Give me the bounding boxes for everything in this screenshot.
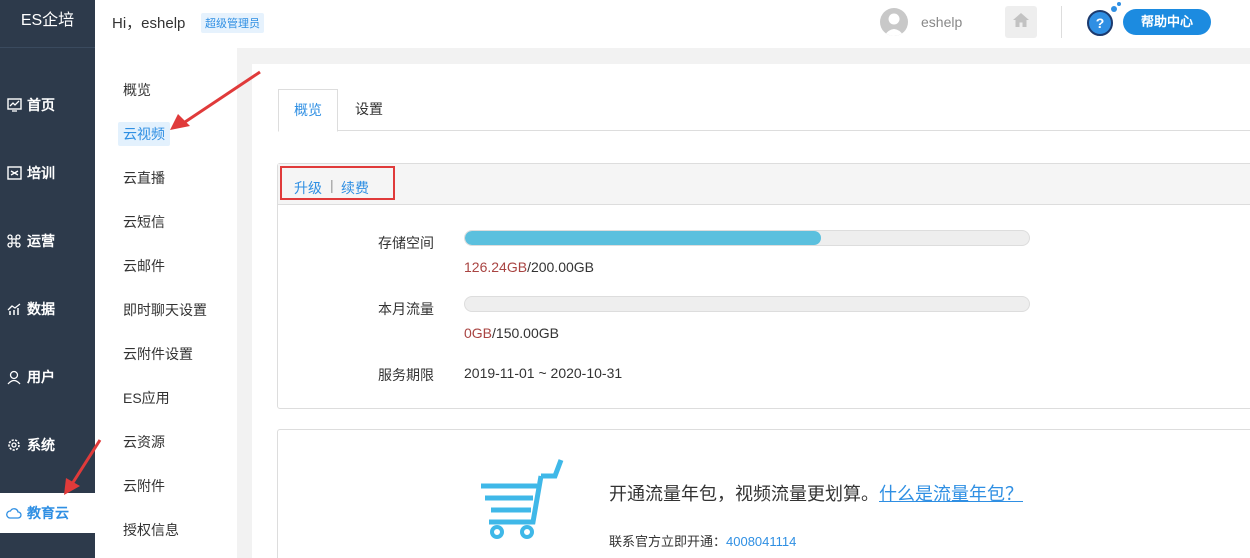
user-icon: [6, 369, 22, 385]
sidebar-item-label: 用户: [27, 369, 55, 385]
sidebar-item-users[interactable]: 用户: [0, 357, 95, 397]
service-label: 服务期限: [378, 367, 434, 383]
storage-total: /200.00GB: [527, 259, 594, 275]
service-period: 2019-11-01 ~ 2020-10-31: [464, 365, 623, 381]
help-bubble-dot: [1117, 2, 1121, 6]
sidebar-item-edu-cloud[interactable]: 教育云: [0, 493, 95, 533]
renew-link[interactable]: 续费: [341, 178, 369, 198]
contact-label: 联系官方立即开通：: [609, 534, 727, 549]
home-button[interactable]: [1005, 6, 1037, 38]
help-question-icon[interactable]: ?: [1087, 10, 1113, 36]
usage-panel: 升级 | 续费 存储空间 126.24GB/200.00GB 本月流量 0GB/…: [277, 163, 1250, 409]
subnav-item-overview[interactable]: 概览: [95, 75, 237, 105]
traffic-usage: 0GB/150.00GB: [464, 325, 559, 341]
subnav-item-es-apps[interactable]: ES应用: [95, 383, 237, 413]
help-center-button[interactable]: 帮助中心: [1123, 9, 1211, 35]
home-icon: [1012, 12, 1030, 33]
command-icon: [6, 233, 22, 249]
subnav-item-cloud-resources[interactable]: 云资源: [95, 427, 237, 457]
subnav-item-license-info[interactable]: 授权信息: [95, 515, 237, 545]
sidebar-item-training[interactable]: 培训: [0, 153, 95, 193]
sidebar-item-data[interactable]: 数据: [0, 289, 95, 329]
brand-logo[interactable]: ES企培: [0, 0, 95, 48]
storage-progress-fill: [465, 231, 821, 245]
subnav-label: 云短信: [123, 214, 165, 230]
subnav-item-cloud-email[interactable]: 云邮件: [95, 251, 237, 281]
subnav-item-cloud-live[interactable]: 云直播: [95, 163, 237, 193]
help-bubble-dot: [1111, 6, 1117, 12]
sidebar-item-operations[interactable]: 运营: [0, 221, 95, 261]
chart-monitor-icon: [6, 97, 22, 113]
sidebar-item-label: 数据: [27, 301, 55, 317]
sidebar-item-label: 系统: [27, 437, 55, 453]
subnav-item-cloud-video[interactable]: 云视频: [95, 119, 237, 149]
sidebar-item-system[interactable]: 系统: [0, 425, 95, 465]
subnav-item-cloud-attachments[interactable]: 云附件: [95, 471, 237, 501]
panel-header: 升级 | 续费: [278, 164, 1250, 205]
sidebar-item-home[interactable]: 首页: [0, 85, 95, 125]
shopping-cart-icon: [475, 456, 567, 545]
contact-info: 联系官方立即开通：4008041114: [609, 531, 796, 550]
sidebar-item-label: 培训: [27, 165, 55, 181]
subnav-label: 即时聊天设置: [123, 302, 207, 318]
cloud-icon: [6, 505, 22, 521]
top-header: Hi，eshelp 超级管理员 eshelp ? 帮助中心: [95, 0, 1250, 48]
bar-chart-icon: [6, 301, 22, 317]
subnav-label: 云直播: [123, 170, 165, 186]
header-divider: [1061, 6, 1062, 38]
storage-used: 126.24GB: [464, 259, 528, 275]
promo-panel: 开通流量年包，视频流量更划算。什么是流量年包？ 联系官方立即开通：4008041…: [277, 429, 1250, 558]
book-icon: [6, 165, 22, 181]
subnav-label: 云视频: [118, 122, 170, 146]
traffic-used: 0GB: [464, 325, 493, 341]
username[interactable]: eshelp: [921, 14, 962, 30]
subnav-label: 云附件: [123, 478, 165, 494]
contact-phone[interactable]: 4008041114: [726, 534, 796, 549]
subnav-item-attachment-settings[interactable]: 云附件设置: [95, 339, 237, 369]
what-is-traffic-pack-link[interactable]: 什么是流量年包？: [879, 484, 1023, 504]
subnav-label: 云附件设置: [123, 346, 193, 362]
promo-message: 开通流量年包，视频流量更划算。: [609, 484, 879, 504]
traffic-progress-bar: [464, 296, 1030, 312]
subnav-item-chat-settings[interactable]: 即时聊天设置: [95, 295, 237, 325]
action-separator: |: [330, 177, 334, 193]
traffic-label: 本月流量: [378, 301, 434, 317]
storage-usage: 126.24GB/200.00GB: [464, 259, 594, 275]
tab-settings[interactable]: 设置: [340, 89, 398, 131]
subnav-label: 授权信息: [123, 522, 179, 538]
storage-label: 存储空间: [378, 235, 434, 251]
promo-text: 开通流量年包，视频流量更划算。什么是流量年包？: [609, 480, 1023, 506]
sidebar-item-label: 运营: [27, 233, 55, 249]
secondary-sidebar: 概览 云视频 云直播 云短信 云邮件 即时聊天设置 云附件设置 ES应用 云资源…: [95, 48, 237, 558]
avatar[interactable]: [880, 8, 908, 36]
subnav-label: 云资源: [123, 434, 165, 450]
subnav-item-cloud-sms[interactable]: 云短信: [95, 207, 237, 237]
traffic-total: /150.00GB: [492, 325, 559, 341]
role-badge: 超级管理员: [201, 13, 264, 33]
tab-overview[interactable]: 概览: [278, 89, 338, 132]
sidebar-item-label: 首页: [27, 97, 55, 113]
greeting: Hi，eshelp: [112, 15, 186, 32]
tab-bar: 概览 设置: [278, 89, 1250, 132]
subnav-label: 概览: [123, 82, 151, 98]
gear-icon: [6, 437, 22, 453]
storage-progress-bar: [464, 230, 1030, 246]
subnav-label: ES应用: [123, 390, 170, 406]
main-sidebar: ES企培 首页 培训 运营 数据 用户 系统 教育云: [0, 0, 95, 558]
sidebar-item-label: 教育云: [27, 505, 69, 521]
action-highlight-box: 升级 | 续费: [280, 166, 395, 200]
upgrade-link[interactable]: 升级: [294, 178, 322, 198]
subnav-label: 云邮件: [123, 258, 165, 274]
